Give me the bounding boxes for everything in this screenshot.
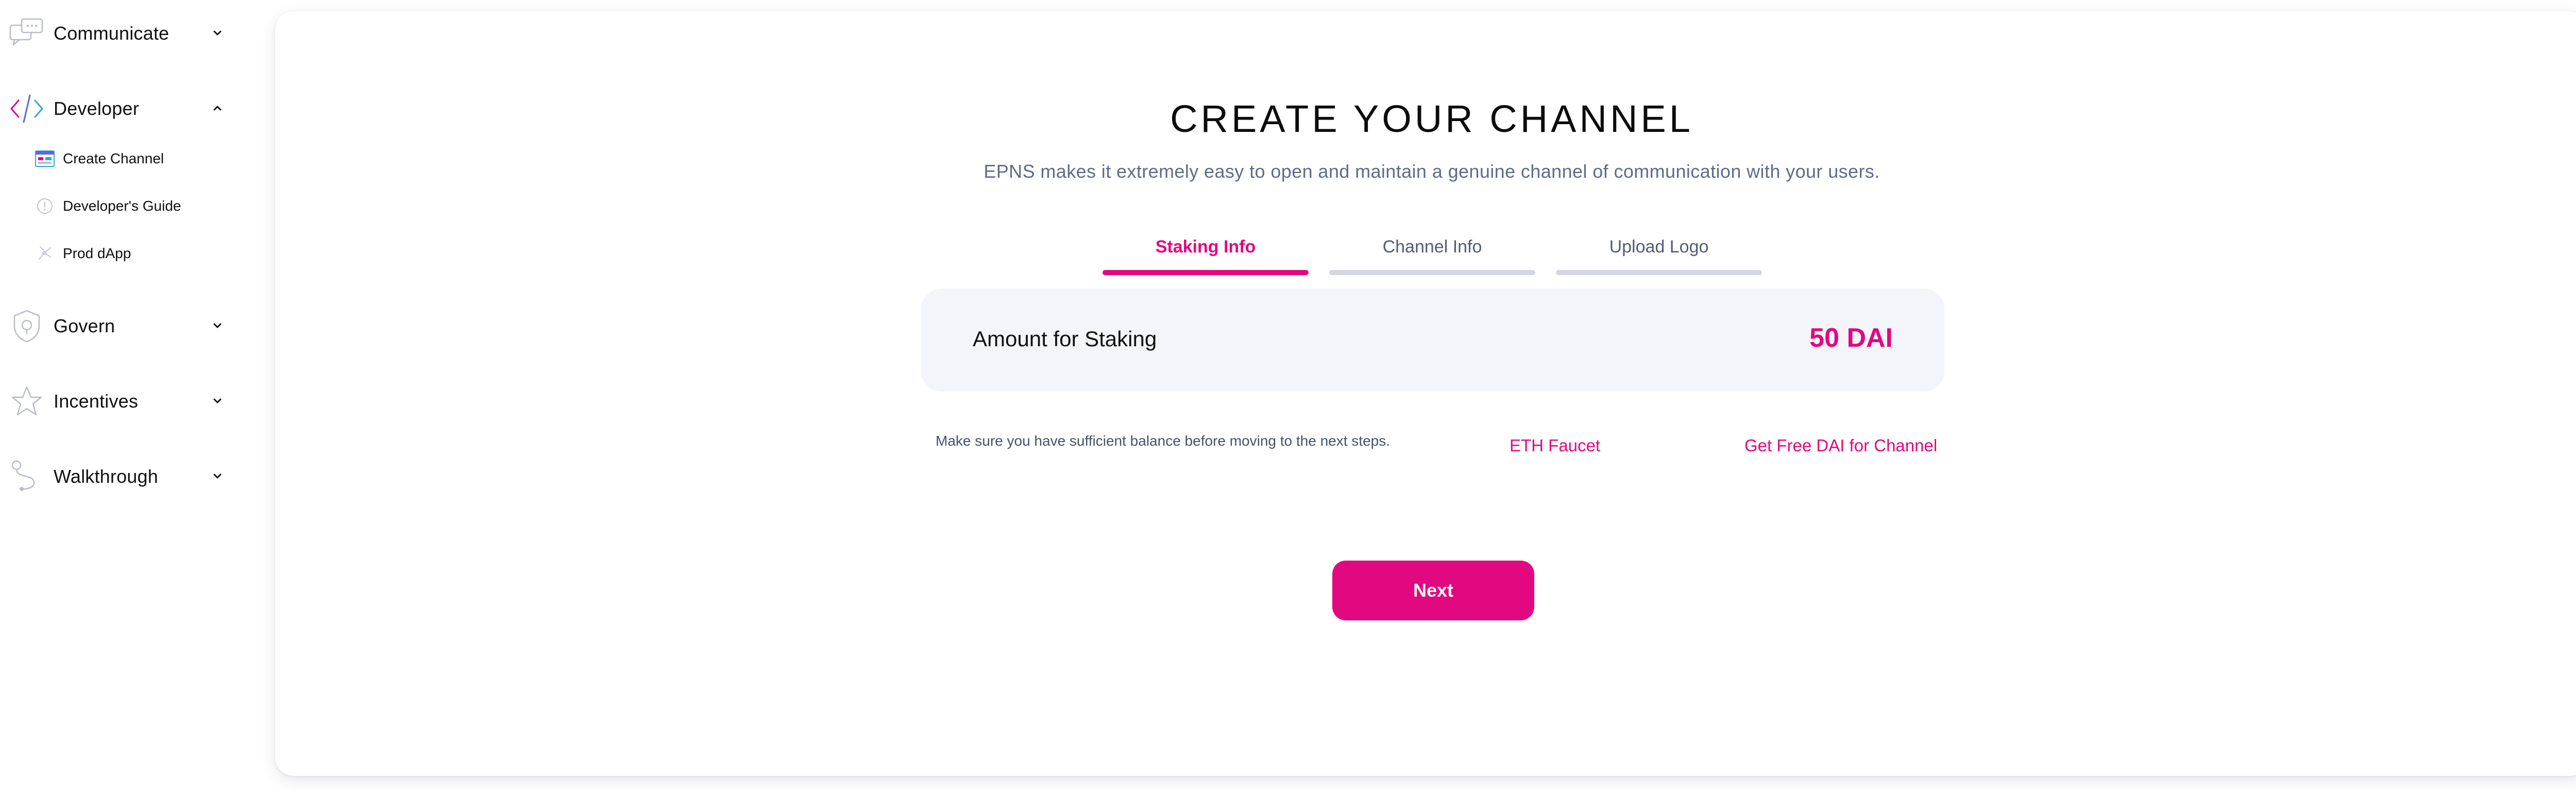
- sidebar-section-label: Govern: [54, 315, 115, 336]
- tab-upload-logo[interactable]: Upload Logo: [1556, 226, 1762, 275]
- sidebar-section-incentives[interactable]: Incentives: [0, 373, 242, 430]
- path-icon: [11, 460, 35, 491]
- chevron-up-icon[interactable]: [210, 101, 225, 115]
- staking-amount-label: Amount for Staking: [973, 327, 1157, 351]
- sidebar-section-walkthrough[interactable]: Walkthrough: [0, 448, 242, 505]
- sidebar-section-communicate[interactable]: Communicate: [0, 5, 242, 62]
- shield-icon: [13, 310, 40, 343]
- tab-staking-info[interactable]: Staking Info: [1103, 226, 1309, 275]
- sidebar-item-label: Developer's Guide: [63, 198, 181, 214]
- sidebar-item-prod-dapp[interactable]: Prod dApp: [31, 237, 247, 270]
- chevron-down-icon[interactable]: [210, 318, 225, 333]
- create-channel-icon: [35, 150, 55, 167]
- tab-label: Staking Info: [1155, 237, 1256, 257]
- staking-amount-box: Amount for Staking 50 DAI: [921, 289, 1944, 392]
- code-brackets-icon: [10, 94, 43, 123]
- page-title: CREATE YOUR CHANNEL: [1170, 97, 1693, 140]
- staking-amount-value: 50 DAI: [1809, 323, 1893, 353]
- tab-label: Channel Info: [1382, 237, 1482, 257]
- page-subtitle: EPNS makes it extremely easy to open and…: [984, 161, 1880, 182]
- chevron-down-icon[interactable]: [210, 469, 225, 483]
- tab-indicator: [1329, 270, 1535, 275]
- sidebar-section-label: Walkthrough: [54, 466, 158, 487]
- sidebar-item-label: Prod dApp: [63, 245, 131, 261]
- sidebar-section-developer[interactable]: Developer: [0, 80, 242, 137]
- sidebar-item-developers-guide[interactable]: Developer's Guide: [31, 190, 247, 223]
- next-button[interactable]: Next: [1332, 561, 1534, 620]
- sidebar-section-label: Developer: [54, 98, 139, 119]
- star-icon: [11, 386, 42, 416]
- tab-label: Upload Logo: [1609, 237, 1709, 257]
- eth-faucet-link[interactable]: ETH Faucet: [1510, 436, 1600, 455]
- sidebar-item-create-channel[interactable]: Create Channel: [31, 142, 247, 175]
- app-root: Communicate Developer Create Channel Dev…: [0, 0, 2576, 811]
- sidebar: Communicate Developer Create Channel Dev…: [0, 0, 268, 811]
- chevron-down-icon[interactable]: [210, 26, 225, 40]
- get-free-dai-link[interactable]: Get Free DAI for Channel: [1744, 436, 1937, 455]
- sidebar-section-label: Communicate: [54, 23, 170, 44]
- balance-note: Make sure you have sufficient balance be…: [936, 433, 1390, 449]
- create-channel-card: CREATE YOUR CHANNEL EPNS makes it extrem…: [275, 11, 2576, 776]
- tab-indicator: [1103, 270, 1309, 275]
- sidebar-item-label: Create Channel: [63, 150, 164, 166]
- prod-dapp-icon: [39, 246, 51, 260]
- sidebar-section-govern[interactable]: Govern: [0, 298, 242, 354]
- tab-channel-info[interactable]: Channel Info: [1329, 226, 1535, 275]
- tab-indicator: [1556, 270, 1762, 275]
- chat-bubbles-icon: [9, 18, 43, 46]
- chevron-down-icon[interactable]: [210, 394, 225, 408]
- sidebar-section-label: Incentives: [54, 391, 139, 412]
- guide-icon: [37, 198, 53, 214]
